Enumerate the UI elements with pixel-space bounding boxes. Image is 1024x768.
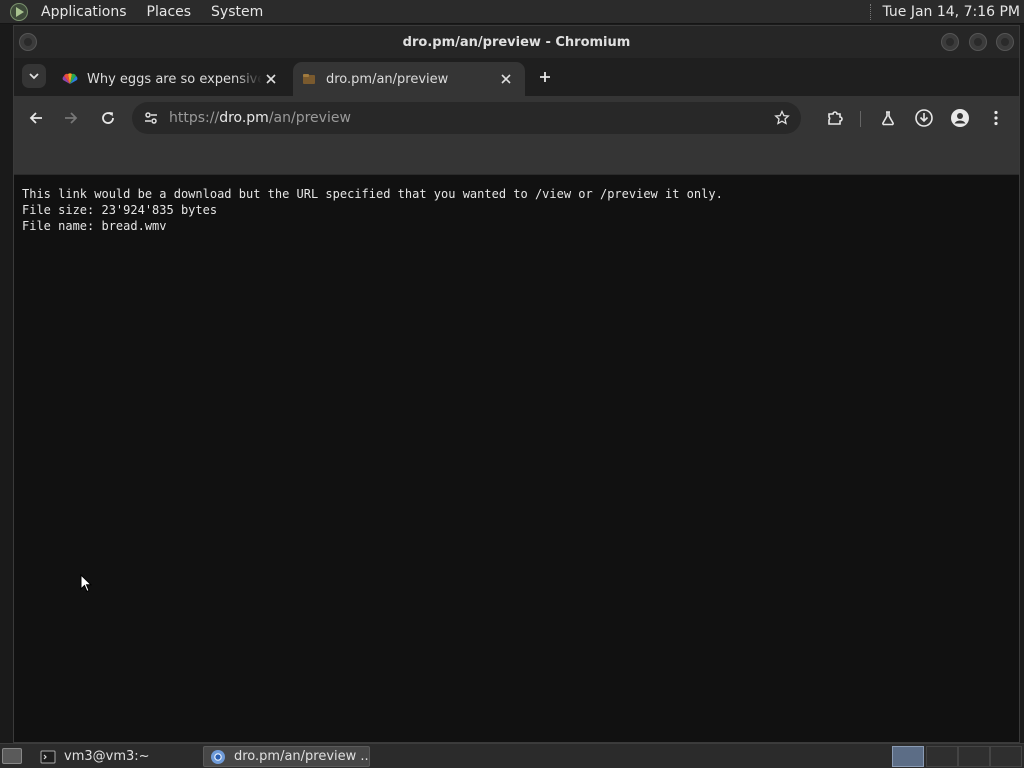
tab-strip: Why eggs are so expensive right now dro.… [14,58,1019,96]
kebab-menu-icon [994,110,998,126]
minimize-button[interactable] [941,33,959,51]
taskbar-item-label: dro.pm/an/preview ... [234,749,370,764]
file-name-text: File name: bread.wmv [22,219,167,233]
distro-logo-icon[interactable] [10,2,28,21]
address-bar[interactable]: https://dro.pm/an/preview [132,102,801,134]
taskbar-item-chromium[interactable]: dro.pm/an/preview ... [203,746,370,767]
bottom-panel: vm3@vm3:~ dro.pm/an/preview ... [0,743,1024,768]
back-button[interactable] [24,106,48,130]
download-icon [915,109,933,127]
applications-menu[interactable]: Applications [34,4,134,20]
clock[interactable]: Tue Jan 14, 7:16 PM [882,4,1020,20]
url-path: /an/preview [268,110,351,126]
url-scheme: https:// [169,110,220,126]
workspace-1[interactable] [892,746,924,767]
tab-close-button[interactable] [497,70,515,88]
places-menu[interactable]: Places [140,4,199,20]
browser-window: dro.pm/an/preview - Chromium Why eggs ar… [13,25,1020,743]
tab-title: Why eggs are so expensive right now [87,71,262,87]
page-icon [303,74,315,84]
account-icon [951,109,969,127]
url-host: dro.pm [219,110,269,126]
window-titlebar[interactable]: dro.pm/an/preview - Chromium [14,26,1019,58]
close-icon [266,74,276,84]
nbc-peacock-icon [62,73,78,84]
site-info-button[interactable] [141,108,161,128]
taskbar-item-label: vm3@vm3:~ [64,749,150,764]
extensions-button[interactable] [823,106,847,130]
close-window-button[interactable] [996,33,1014,51]
close-icon [501,74,511,84]
window-title: dro.pm/an/preview - Chromium [402,34,631,50]
puzzle-icon [828,111,843,125]
tab-eggs-article[interactable]: Why eggs are so expensive right now [54,62,290,96]
tab-search-button[interactable] [22,64,46,88]
star-icon [774,110,790,125]
downloads-button[interactable] [912,106,936,130]
taskbar-item-terminal[interactable]: vm3@vm3:~ [34,746,198,767]
tune-icon [145,112,157,124]
tab-title: dro.pm/an/preview [326,71,449,87]
maximize-button[interactable] [969,33,987,51]
top-panel: Applications Places System Tue Jan 14, 7… [0,0,1024,24]
system-menu[interactable]: System [204,4,270,20]
tab-close-button[interactable] [262,70,280,88]
file-size-text: File size: 23'924'835 bytes [22,203,218,217]
bookmarks-bar [14,140,1019,175]
profile-button[interactable] [948,106,972,130]
show-desktop-button[interactable] [2,748,22,764]
chromium-icon [211,749,225,764]
window-menu-button[interactable] [19,33,37,51]
reload-button[interactable] [96,106,120,130]
tab-dro-preview[interactable]: dro.pm/an/preview [293,62,525,96]
reload-icon [102,112,114,124]
workspace-3[interactable] [958,746,990,767]
flask-icon [882,111,894,126]
arrow-right-icon [65,112,78,124]
labs-button[interactable] [876,106,900,130]
bookmark-star-button[interactable] [771,107,793,129]
panel-grip [870,3,874,20]
mouse-pointer-icon [80,574,92,593]
page-content: This link would be a download but the UR… [14,176,1019,742]
arrow-left-icon [29,112,42,124]
workspace-4[interactable] [990,746,1022,767]
toolbar-separator [860,111,861,127]
url-text[interactable]: https://dro.pm/an/preview [169,110,771,126]
new-tab-button[interactable] [534,66,556,88]
chevron-down-icon [29,73,39,80]
workspace-2[interactable] [926,746,958,767]
browser-toolbar: https://dro.pm/an/preview [14,96,1019,140]
menu-button[interactable] [984,106,1008,130]
plus-icon [540,72,550,82]
forward-button[interactable] [59,106,83,130]
download-notice-text: This link would be a download but the UR… [22,187,723,201]
terminal-icon [40,750,56,763]
